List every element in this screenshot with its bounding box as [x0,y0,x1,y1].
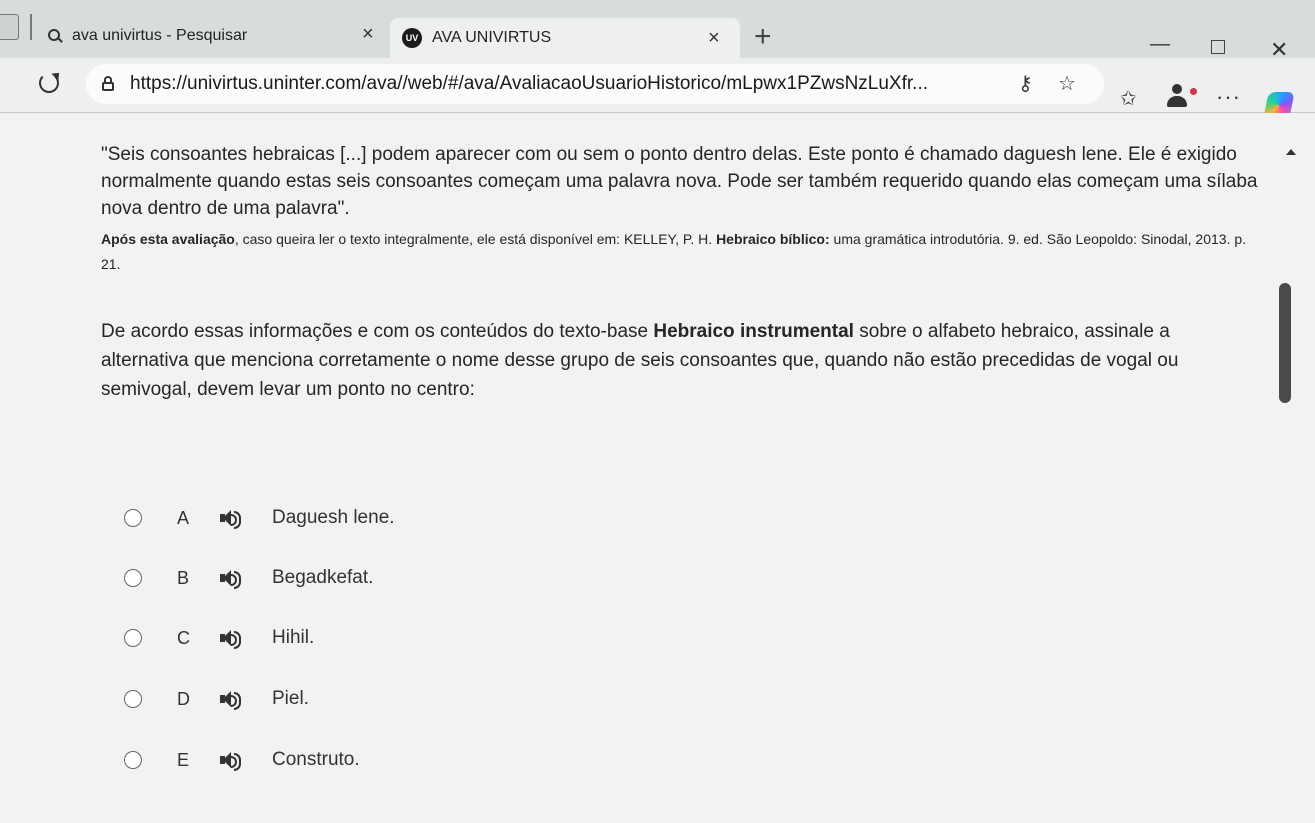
base-text-quote: "Seis consoantes hebraicas [...] podem a… [101,144,1258,219]
lock-icon[interactable] [100,76,116,92]
url-text[interactable]: https://univirtus.uninter.com/ava//web/#… [130,73,990,95]
bibliographic-reference: Após esta avaliação, caso queira ler o t… [101,227,1266,277]
option-letter: D [177,688,190,709]
option-text: Daguesh lene. [272,507,395,528]
close-window-button[interactable]: ✕ [1270,39,1288,61]
minimize-button[interactable]: — [1150,34,1170,54]
add-favorite-star-icon[interactable]: ☆ [1058,74,1076,94]
speaker-icon[interactable] [220,629,242,649]
sidebar-toggle-button[interactable] [0,14,19,40]
option-letter: C [177,627,190,648]
speaker-icon[interactable] [220,569,242,589]
page-content: "Seis consoantes hebraicas [...] podem a… [0,113,1315,823]
reference-intro: Após esta avaliação [101,231,235,247]
speaker-icon[interactable] [220,751,242,771]
question-textbook: Hebraico instrumental [653,321,854,342]
scroll-up-arrow[interactable] [1286,149,1296,155]
browser-window: ava univirtus - Pesquisar × UV AVA UNIVI… [0,0,1315,823]
option-e[interactable]: E Construto. [124,745,624,775]
option-radio[interactable] [124,690,142,708]
univirtus-favicon-icon: UV [402,28,422,48]
tab-search-results[interactable]: ava univirtus - Pesquisar × [40,16,390,56]
tab-strip: ava univirtus - Pesquisar × UV AVA UNIVI… [0,0,1315,61]
reference-middle: , caso queira ler o texto integralmente,… [234,231,717,247]
option-text: Hihil. [272,627,315,648]
option-letter: B [177,567,190,588]
favorites-icon[interactable]: ✩ [1120,86,1137,111]
option-b[interactable]: B Begadkefat. [124,563,624,593]
option-letter: A [177,507,190,528]
tab-ava-univirtus[interactable]: UV AVA UNIVIRTUS × [390,18,740,58]
notification-dot [1190,88,1197,95]
question-statement: De acordo essas informações e com os con… [101,317,1261,404]
speaker-icon[interactable] [220,509,242,529]
close-tab-icon[interactable]: × [362,23,374,46]
maximize-button[interactable] [1211,40,1225,54]
option-text: Construto. [272,749,360,770]
search-icon [48,29,62,43]
address-bar[interactable]: https://univirtus.uninter.com/ava//web/#… [86,64,1104,104]
option-text: Piel. [272,688,309,709]
browser-toolbar: https://univirtus.uninter.com/ava//web/#… [0,58,1315,113]
option-radio[interactable] [124,509,142,527]
tab-title: AVA UNIVIRTUS [432,29,552,46]
option-a[interactable]: A Daguesh lene. [124,503,624,533]
close-tab-icon[interactable]: × [708,27,720,50]
scrollbar-thumb[interactable] [1279,283,1291,403]
profile-avatar-icon[interactable] [1166,84,1188,108]
option-radio[interactable] [124,751,142,769]
reference-book-title: Hebraico bíblico: [716,231,830,247]
question-before: De acordo essas informações e com os con… [101,321,654,342]
new-tab-button[interactable]: + [754,22,772,52]
option-radio[interactable] [124,569,142,587]
key-icon[interactable]: ⚷ [1018,74,1033,94]
more-options-icon[interactable]: ··· [1216,84,1241,110]
option-text: Begadkefat. [272,567,374,588]
option-d[interactable]: D Piel. [124,684,624,714]
tab-separator [30,14,32,40]
option-c[interactable]: C Hihil. [124,623,624,653]
option-letter: E [177,749,190,770]
tab-title: ava univirtus - Pesquisar [72,27,248,44]
option-radio[interactable] [124,629,142,647]
reload-icon[interactable] [34,68,64,98]
speaker-icon[interactable] [220,690,242,710]
